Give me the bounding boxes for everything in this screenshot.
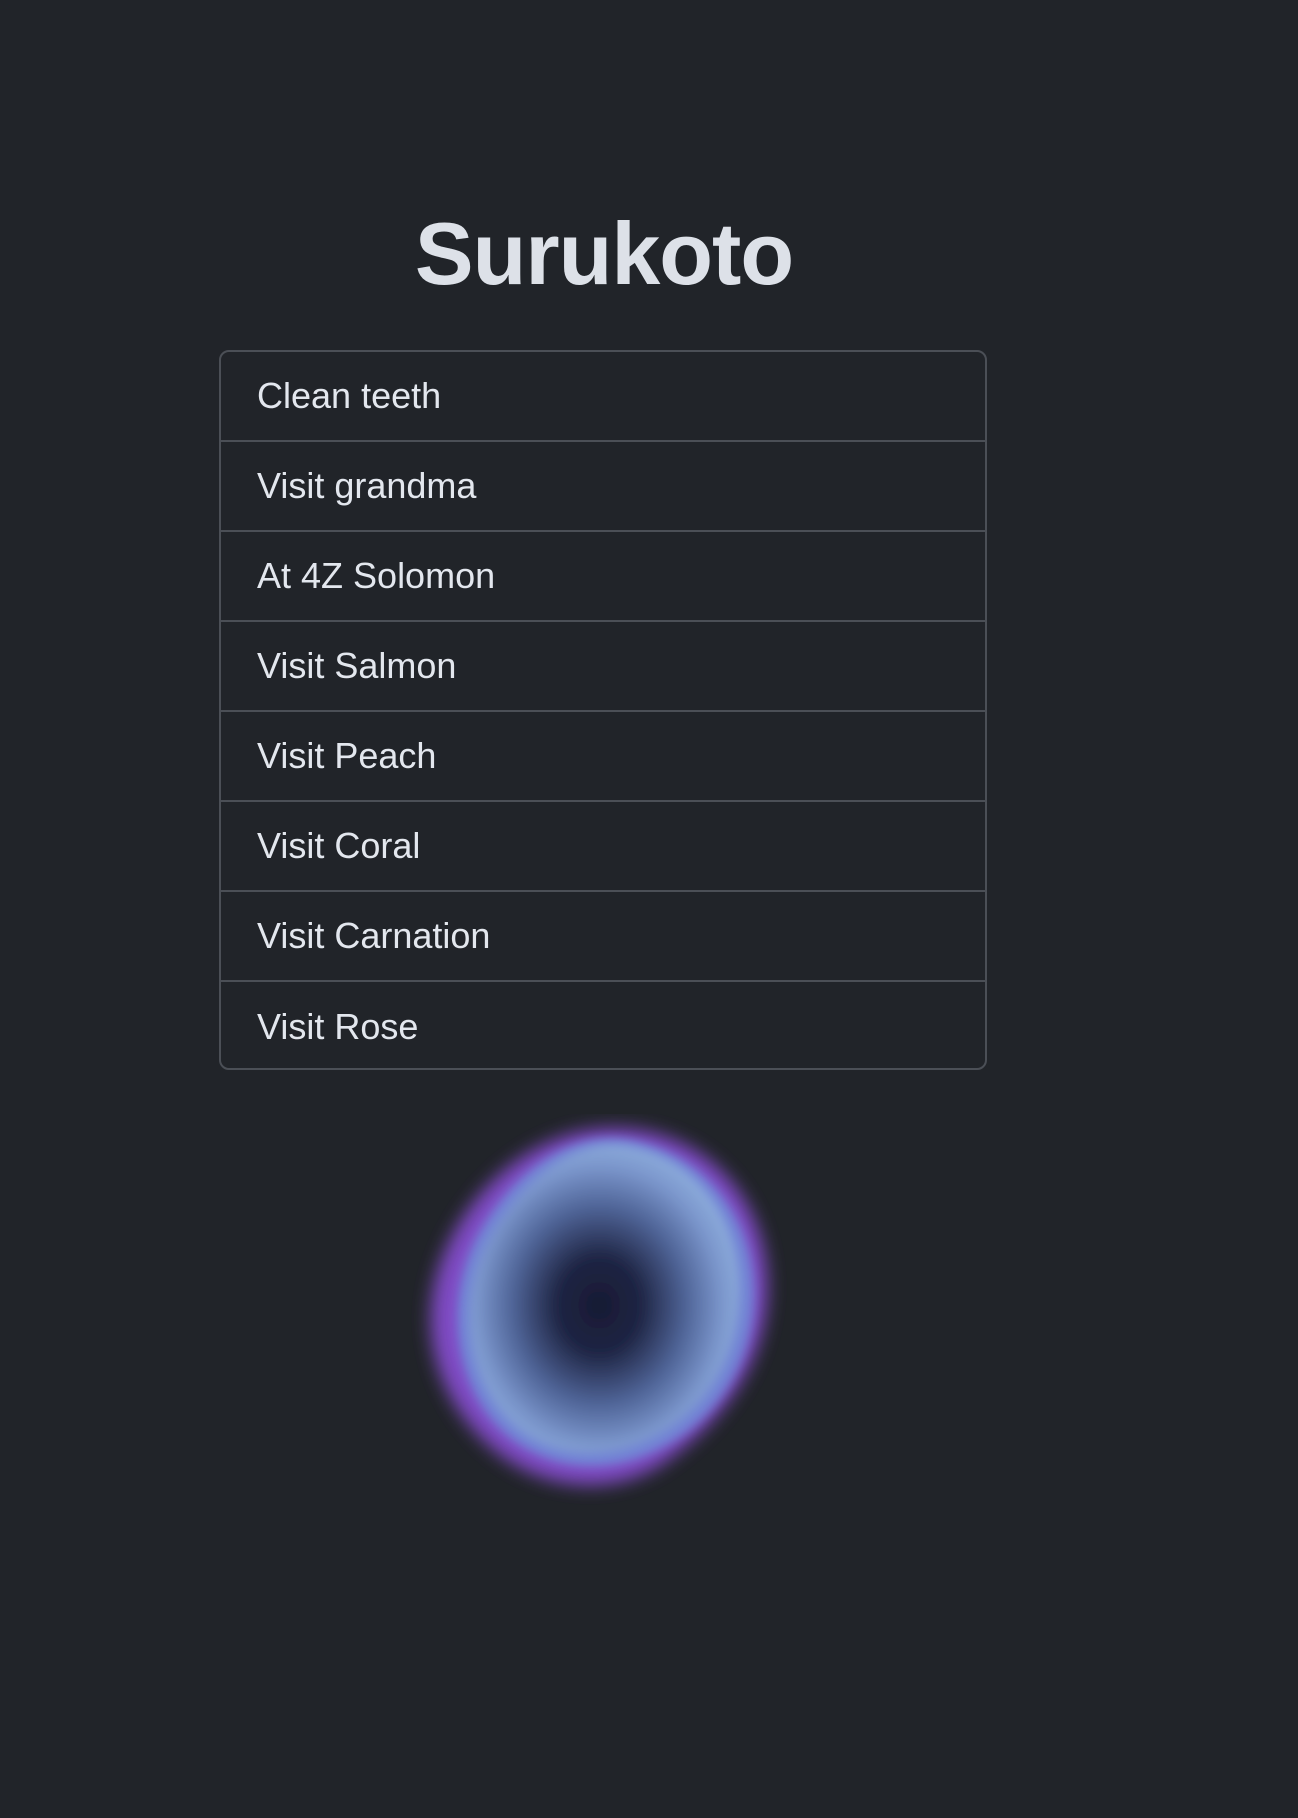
task-item-visit-rose[interactable]: Visit Rose <box>221 982 985 1068</box>
task-item-visit-coral[interactable]: Visit Coral <box>221 802 985 892</box>
task-item-visit-peach[interactable]: Visit Peach <box>221 712 985 802</box>
task-item-visit-salmon[interactable]: Visit Salmon <box>221 622 985 712</box>
voice-orb-button[interactable] <box>394 1114 814 1514</box>
page-title: Surukoto <box>414 204 794 303</box>
task-item-visit-carnation[interactable]: Visit Carnation <box>221 892 985 982</box>
task-item-at-4z-solomon[interactable]: At 4Z Solomon <box>221 532 985 622</box>
task-item-visit-grandma[interactable]: Visit grandma <box>221 442 985 532</box>
voice-orb-icon <box>430 1128 768 1486</box>
task-list: Clean teeth Visit grandma At 4Z Solomon … <box>219 350 987 1070</box>
task-item-clean-teeth[interactable]: Clean teeth <box>221 352 985 442</box>
